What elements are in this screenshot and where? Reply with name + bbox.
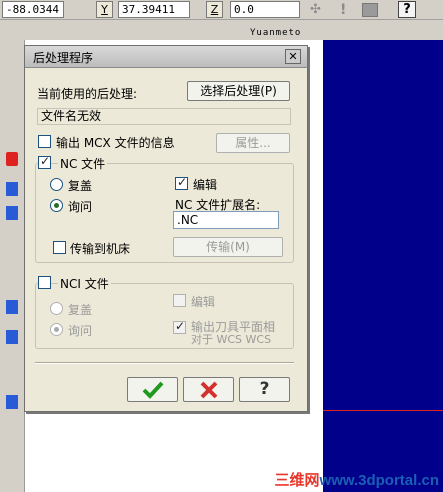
question-icon: ? <box>259 379 270 399</box>
blue-dropdown-icon[interactable] <box>6 206 18 220</box>
nc-extension-input[interactable]: .NC <box>173 211 279 229</box>
cancel-button[interactable] <box>183 377 234 402</box>
post-processing-dialog: 后处理程序 ✕ 当前使用的后处理: 选择后处理(P) 文件名无效 输出 MCX … <box>24 45 308 412</box>
graphics-viewport[interactable] <box>323 40 443 492</box>
nc-file-checkbox[interactable] <box>38 154 51 169</box>
send-to-machine-label: 传输到机床 <box>70 242 131 256</box>
nci-ask-radio[interactable] <box>50 323 63 336</box>
watermark-prefix: 三维网 <box>274 472 320 489</box>
divider <box>35 362 294 364</box>
watermark: 三维网www.3dportal.cn <box>275 469 439 490</box>
color-swatch-icon[interactable] <box>362 3 378 17</box>
select-post-button[interactable]: 选择后处理(P) <box>187 81 290 101</box>
nci-file-label: NCI 文件 <box>58 275 111 292</box>
current-post-value: 文件名无效 <box>37 108 291 125</box>
red-tool-icon[interactable] <box>6 152 18 166</box>
nc-ask-label: 询问 <box>68 200 93 214</box>
blue-tool-icon[interactable] <box>6 182 18 196</box>
nci-file-checkbox[interactable] <box>38 276 51 289</box>
properties-button[interactable]: 属性... <box>216 133 290 153</box>
dialog-titlebar[interactable]: 后处理程序 ✕ <box>25 46 307 68</box>
output-toolplanes-checkbox[interactable] <box>173 319 186 334</box>
coordinate-toolbar: -88.0344 Y 37.39411 Z 0.0 ✣ ! ? <box>0 0 443 20</box>
x-icon <box>200 381 217 399</box>
y-axis-button[interactable]: Y <box>96 1 113 18</box>
nci-edit-label: 编辑 <box>191 295 216 309</box>
nc-edit-checkbox[interactable] <box>175 175 188 190</box>
nci-overwrite-label: 复盖 <box>68 303 93 317</box>
z-coordinate-field[interactable]: 0.0 <box>230 1 300 18</box>
send-button[interactable]: 传输(M) <box>173 237 283 257</box>
nc-file-label: NC 文件 <box>58 155 108 172</box>
watermark-domain: www.3dportal.cn <box>319 472 439 489</box>
output-mcx-label: 输出 MCX 文件的信息 <box>56 136 175 150</box>
nci-ask-label: 询问 <box>68 324 93 338</box>
nc-overwrite-radio[interactable] <box>50 178 63 191</box>
blue-tool-icon-2[interactable] <box>6 300 18 314</box>
alert-icon[interactable]: ! <box>340 2 350 18</box>
app-subtitle: Yuanmeto <box>250 28 302 38</box>
nci-edit-checkbox[interactable] <box>173 294 186 307</box>
y-coordinate-field[interactable]: 37.39411 <box>118 1 190 18</box>
nci-overwrite-radio[interactable] <box>50 302 63 315</box>
left-toolbar-strip <box>0 40 24 492</box>
nc-overwrite-label: 复盖 <box>68 179 93 193</box>
help-button[interactable]: ? <box>239 377 290 402</box>
output-mcx-checkbox[interactable] <box>38 135 51 148</box>
x-coordinate-field[interactable]: -88.0344 <box>2 1 64 18</box>
output-toolplanes-label-2: 对于 WCS WCS <box>191 333 272 346</box>
nc-edit-label: 编辑 <box>193 178 218 192</box>
nc-ask-radio[interactable] <box>50 199 63 212</box>
ok-button[interactable] <box>127 377 178 402</box>
z-axis-button[interactable]: Z <box>206 1 223 18</box>
blue-tool-icon-3[interactable] <box>6 330 18 344</box>
dialog-title: 后处理程序 <box>33 51 94 65</box>
toolbar-help-icon[interactable]: ? <box>398 1 416 18</box>
close-icon[interactable]: ✕ <box>285 49 301 64</box>
current-post-label: 当前使用的后处理: <box>37 87 138 101</box>
send-to-machine-checkbox[interactable] <box>53 241 66 254</box>
blue-dropdown-icon-2[interactable] <box>6 395 18 409</box>
axis-line <box>323 410 443 411</box>
tool-icon[interactable]: ✣ <box>310 2 326 17</box>
checkmark-icon <box>142 381 163 399</box>
